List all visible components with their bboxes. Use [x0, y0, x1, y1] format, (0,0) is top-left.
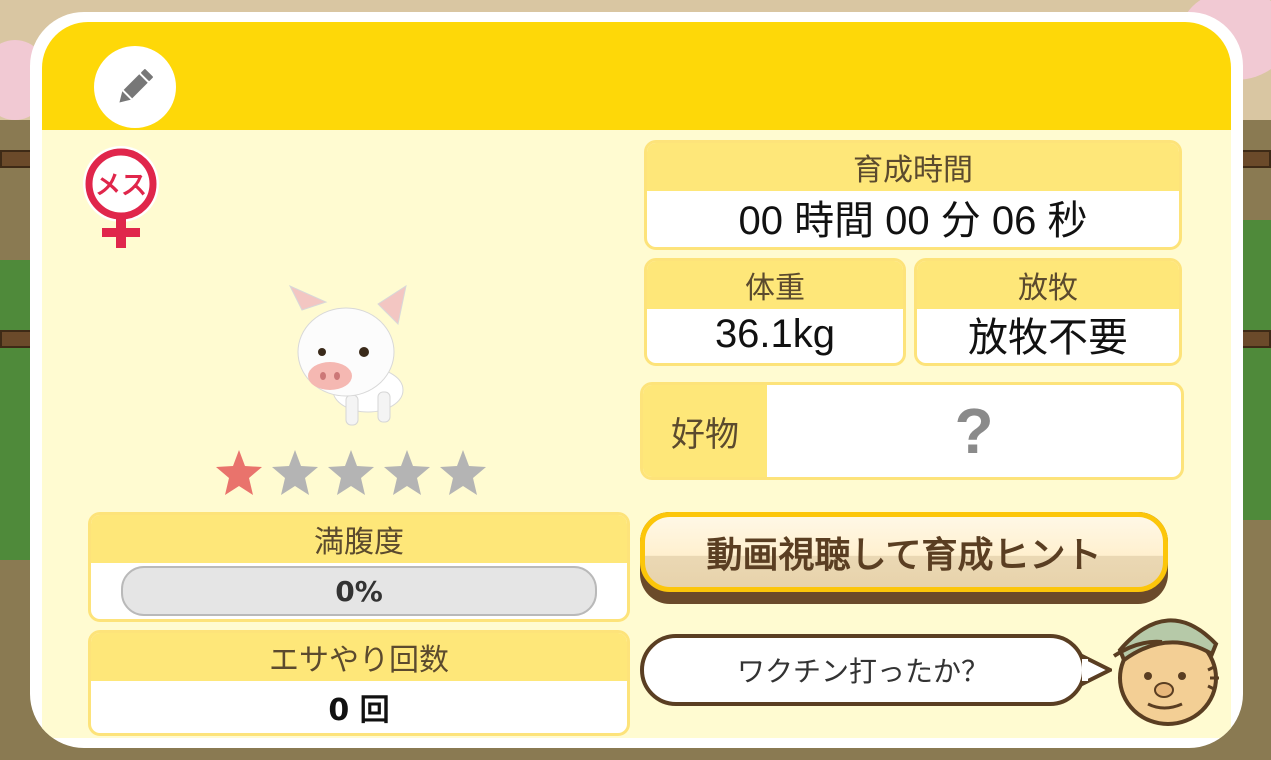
favorite-food-box: 好物 ? [640, 382, 1184, 480]
growth-time-box: 育成時間 00 時間 00 分 06 秒 [644, 140, 1182, 250]
growth-time-value: 00 時間 00 分 06 秒 [738, 199, 1088, 243]
pencil-icon [119, 69, 153, 103]
weight-label: 体重 [647, 261, 903, 309]
feed-count-box: エサやり回数 0 回 [88, 630, 630, 736]
grazing-label: 放牧 [917, 261, 1179, 309]
hint-button-label: 動画視聴して育成ヒント [640, 512, 1168, 592]
star-empty-icon [440, 450, 486, 495]
panel-header [42, 22, 1231, 130]
edit-name-button[interactable] [94, 46, 176, 128]
feed-count-value: 0 回 [328, 693, 390, 728]
star-empty-icon [328, 450, 374, 495]
star-empty-icon [272, 450, 318, 495]
grazing-box: 放牧 放牧不要 [914, 258, 1182, 366]
satiety-label: 満腹度 [91, 515, 627, 563]
pig-status-panel: メス 満腹度 0% エサやり回数 0 回 育成時間 00 時間 00 分 06 … [30, 12, 1243, 748]
favorite-food-value: ? [954, 395, 994, 467]
growth-time-label: 育成時間 [647, 143, 1179, 191]
feed-count-label: エサやり回数 [91, 633, 627, 681]
weight-value: 36.1kg [714, 311, 836, 356]
grazing-value: 放牧不要 [968, 316, 1128, 360]
fence [0, 330, 34, 348]
fence [0, 150, 34, 168]
panel-body: メス 満腹度 0% エサやり回数 0 回 育成時間 00 時間 00 分 06 … [42, 130, 1231, 738]
star-filled-icon [216, 450, 262, 495]
satiety-box: 満腹度 0% [88, 512, 630, 622]
favorite-food-label: 好物 [643, 385, 767, 477]
watch-video-hint-button[interactable]: 動画視聴して育成ヒント [640, 512, 1168, 604]
satiety-value: 0% [335, 574, 383, 608]
rating-stars [214, 448, 488, 498]
speech-text: ワクチン打ったか？ [736, 655, 989, 688]
female-symbol-icon: メス [83, 146, 159, 248]
farmer-avatar [1112, 618, 1219, 726]
weight-box: 体重 36.1kg [644, 258, 906, 366]
star-empty-icon [384, 450, 430, 495]
gender-label: メス [95, 171, 147, 201]
speech-bubble: ワクチン打ったか？ [640, 634, 1086, 706]
pig-icon [288, 284, 407, 426]
satiety-bar: 0% [121, 566, 597, 616]
